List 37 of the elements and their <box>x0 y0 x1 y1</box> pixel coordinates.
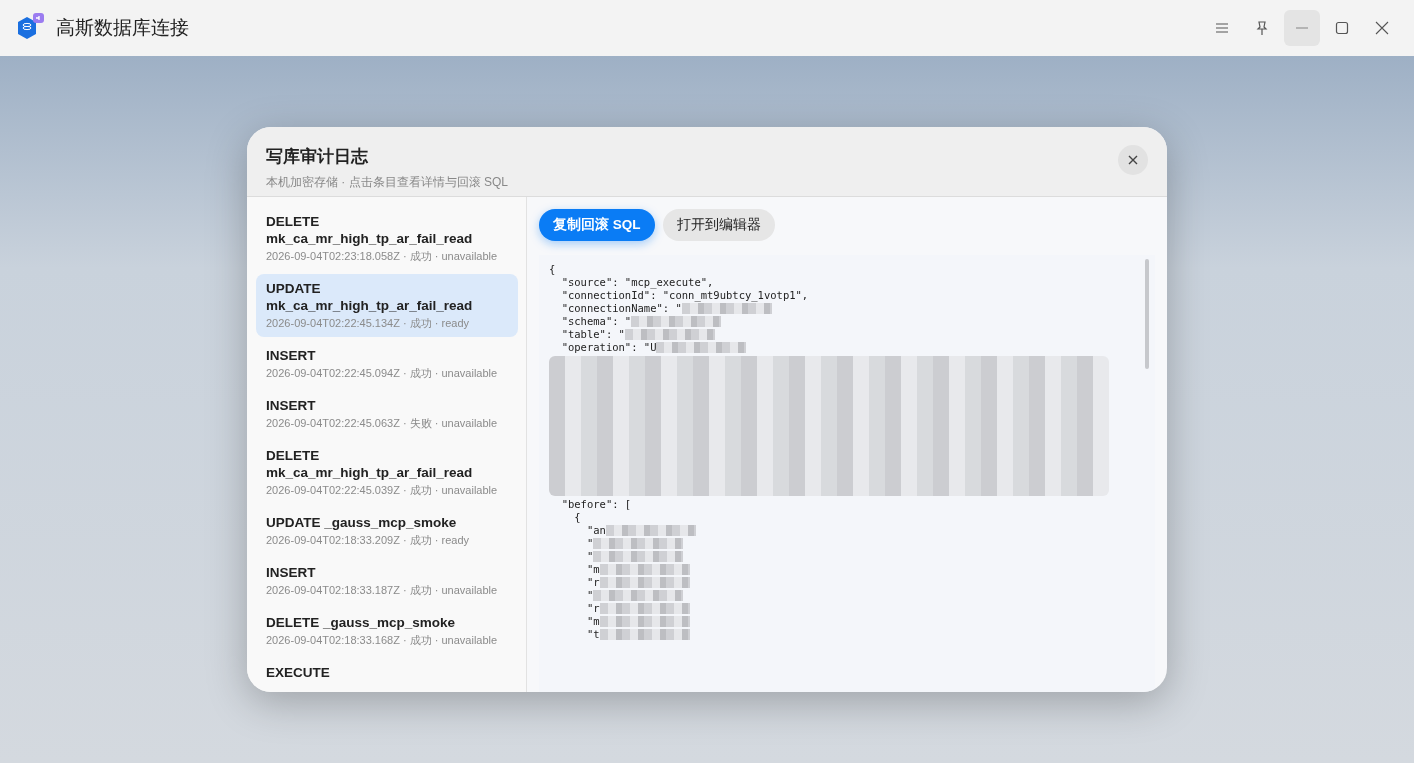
code-line: "m <box>585 615 600 628</box>
log-entry[interactable]: DELETE mk_ca_mr_high_tp_ar_fail_read 2026-09-04T02:23:18.058Z · 成功 · unavailable <box>256 207 518 270</box>
code-line: "r <box>585 602 600 615</box>
close-icon <box>1374 20 1390 36</box>
code-line: "m <box>585 563 600 576</box>
log-entry[interactable]: INSERT 2026-09-04T02:18:33.187Z · 成功 · unavailable <box>256 558 518 604</box>
code-line: "connectionId": "conn_mt9ubtcy_1votp1", <box>560 289 809 302</box>
code-line: "source": "mcp_execute", <box>560 276 714 289</box>
maximize-icon <box>1334 20 1350 36</box>
log-entry[interactable]: DELETE mk_ca_mr_high_tp_ar_fail_read 2026-09-04T02:22:45.039Z · 成功 · unavailable <box>256 441 518 504</box>
code-line: "schema": " <box>560 315 632 328</box>
minimize-icon <box>1296 27 1308 29</box>
code-line: "operation": "U <box>560 341 657 354</box>
code-line: "table": " <box>560 328 625 341</box>
log-entry[interactable]: INSERT 2026-09-04T02:22:45.094Z · 成功 · unavailable <box>256 341 518 387</box>
open-editor-button[interactable]: 打开到编辑器 <box>662 209 775 241</box>
code-line: "an <box>585 524 606 537</box>
code-line: "t <box>585 628 600 641</box>
window-title: 高斯数据库连接 <box>56 16 189 40</box>
log-entry[interactable]: UPDATE mk_ca_mr_high_tp_ar_fail_read 2026-09-04T02:22:45.134Z · 成功 · ready <box>256 274 518 337</box>
code-line: " <box>585 537 594 550</box>
close-button[interactable] <box>1118 145 1148 175</box>
code-line: "connectionName": " <box>560 302 682 315</box>
code-line: { <box>573 511 581 524</box>
dialog-subtitle: 本机加密存储 · 点击条目查看详情与回滚 SQL <box>266 174 508 191</box>
code-line: " <box>585 550 594 563</box>
close-icon <box>1128 155 1138 165</box>
log-entry[interactable]: EXECUTE <box>256 658 518 687</box>
code-line: "before": [ <box>560 498 632 511</box>
log-entry[interactable]: UPDATE _gauss_mcp_smoke 2026-09-04T02:18:33.209Z · 成功 · ready <box>256 508 518 554</box>
code-line: "r <box>585 576 600 589</box>
code-line: { <box>549 263 556 276</box>
log-entry[interactable]: DELETE _gauss_mcp_smoke 2026-09-04T02:18:33.168Z · 成功 · unavailable <box>256 608 518 654</box>
dialog-title: 写库审计日志 <box>266 146 369 168</box>
code-line: " <box>585 589 594 602</box>
log-entry[interactable]: INSERT 2026-09-04T02:22:45.063Z · 失败 · unavailable <box>256 391 518 437</box>
copy-rollback-button[interactable]: 复制回滚 SQL <box>539 209 655 241</box>
